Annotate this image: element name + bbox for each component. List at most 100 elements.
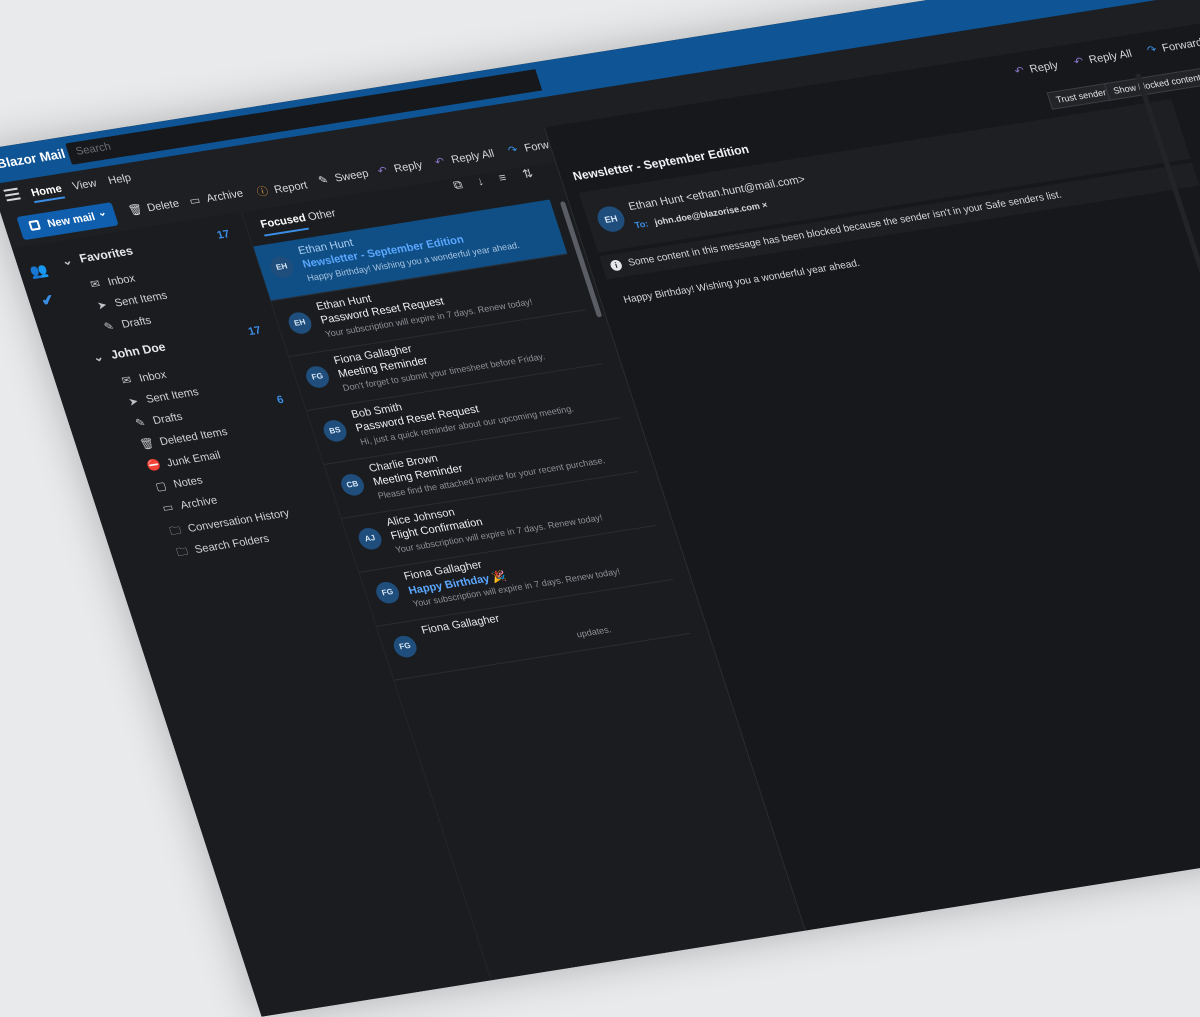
chevron-down-icon: ⌄ — [91, 349, 106, 365]
trash-icon: 🗑 — [138, 437, 157, 452]
reply-icon: ↶ — [1013, 64, 1027, 78]
people-icon[interactable]: 👥 — [27, 261, 50, 280]
reader-reply-button[interactable]: ↶ Reply — [1013, 59, 1060, 78]
sidebar-item-inbox[interactable]: ✉ Inbox — [118, 368, 168, 388]
favorites-unread-count: 17 — [215, 228, 232, 242]
jump-down-icon[interactable]: ↓ — [475, 174, 485, 188]
checkmark-icon[interactable]: ✔ — [39, 291, 57, 310]
folder-label: Inbox — [106, 272, 137, 289]
folder-label: Sent Items — [144, 386, 201, 406]
report-icon: ⓘ — [255, 185, 271, 199]
account-label: John Doe — [108, 339, 168, 362]
junk-icon: ⛔ — [145, 458, 163, 473]
reply-icon: ↶ — [376, 164, 390, 178]
avatar: BS — [320, 418, 350, 444]
avatar: FG — [303, 364, 332, 390]
hamburger-menu-icon[interactable] — [3, 187, 21, 202]
sidebar-item-favorites-drafts[interactable]: ✎ Drafts — [100, 314, 153, 334]
avatar: FG — [373, 580, 402, 605]
app-brand: Blazor Mail — [0, 146, 68, 172]
folder-icon: 🗀 — [168, 524, 183, 538]
folder-label: Conversation History — [186, 507, 292, 535]
menu-view[interactable]: View — [71, 177, 98, 192]
note-icon: ▢ — [154, 480, 169, 494]
delete-button[interactable]: 🗑Delete — [127, 197, 181, 217]
folder-label: Inbox — [137, 368, 168, 385]
folder-label: Archive — [178, 494, 219, 512]
reply-button[interactable]: ↶ Reply — [373, 158, 424, 178]
broom-icon: ✎ — [316, 174, 330, 188]
sweep-label: Sweep — [333, 167, 371, 185]
tab-other[interactable]: Other — [306, 207, 337, 223]
trash-icon: 🗑 — [126, 203, 145, 218]
sidebar-item-favorites-inbox[interactable]: ✉ Inbox — [86, 272, 137, 292]
reply-all-icon: ↶ — [433, 155, 447, 169]
report-label: Report — [272, 179, 310, 197]
favorites-label: Favorites — [77, 243, 135, 266]
archive-icon: ▭ — [187, 194, 202, 208]
inbox-icon: ✉ — [120, 374, 134, 388]
avatar: EH — [285, 310, 315, 336]
sort-icon[interactable]: ⇅ — [521, 166, 535, 181]
report-button[interactable]: ⓘ Report — [253, 177, 309, 201]
reply-label: Reply — [1028, 59, 1060, 76]
reply-all-icon: ↶ — [1072, 55, 1086, 69]
forward-icon: ↷ — [1145, 43, 1159, 57]
drafts-count: 6 — [275, 393, 286, 407]
pencil-icon: ✎ — [134, 416, 147, 430]
chevron-down-icon[interactable]: ⌄ — [96, 207, 108, 219]
archive-label: Archive — [204, 187, 245, 205]
search-placeholder: Search — [74, 140, 113, 158]
compose-icon — [28, 219, 42, 231]
reply-all-button[interactable]: ↶ Reply All — [431, 147, 495, 169]
avatar: CB — [338, 472, 367, 498]
chevron-down-icon: ⌄ — [59, 253, 75, 269]
avatar: FG — [390, 634, 420, 659]
message-preview: updates. — [575, 624, 613, 640]
search-folder-icon: 🗀 — [175, 545, 190, 559]
new-mail-label: New mail — [45, 211, 97, 231]
folder-label: Sent Items — [113, 289, 169, 310]
forward-icon: ↷ — [506, 144, 520, 158]
avatar: EH — [594, 204, 628, 234]
sidebar-item-notes[interactable]: ▢ Notes — [152, 474, 204, 494]
favorites-header[interactable]: ⌄ Favorites — [60, 244, 135, 269]
sidebar-item-deleted-items[interactable]: 🗑 Deleted Items — [138, 425, 230, 452]
send-icon: ➤ — [127, 395, 140, 409]
folder-label: Drafts — [151, 410, 185, 428]
folder-label: Deleted Items — [158, 426, 230, 449]
sidebar-item-favorites-sent[interactable]: ➤ Sent Items — [93, 289, 169, 313]
delete-label: Delete — [145, 197, 181, 215]
account-unread-count: 17 — [246, 324, 263, 338]
archive-button[interactable]: ▭ Archive — [186, 187, 245, 208]
folder-label: Notes — [172, 474, 205, 491]
inbox-icon: ✉ — [88, 278, 102, 292]
sidebar-item-sent-items[interactable]: ➤ Sent Items — [124, 385, 200, 409]
sweep-button[interactable]: ✎ Sweep — [314, 167, 370, 188]
sidebar-item-junk-email[interactable]: ⛔ Junk Email — [145, 448, 223, 473]
reply-all-label: Reply All — [1087, 47, 1134, 67]
show-blocked-content-button[interactable]: Show blocked content — [1103, 67, 1200, 101]
account-header[interactable]: ⌄ John Doe — [91, 340, 167, 365]
info-icon: i — [609, 259, 624, 272]
to-label: To: — [633, 218, 650, 231]
archive-icon: ▭ — [160, 501, 175, 515]
reply-label: Reply — [392, 159, 425, 176]
select-all-icon[interactable]: ⧉ — [451, 177, 464, 193]
sidebar-item-archive[interactable]: ▭ Archive — [159, 493, 219, 514]
reader-reply-all-button[interactable]: ↶ Reply All — [1072, 47, 1133, 69]
menu-help[interactable]: Help — [107, 172, 133, 187]
tab-focused[interactable]: Focused — [259, 212, 307, 231]
forward-label: Forward — [1160, 36, 1200, 55]
reader-forward-button[interactable]: ↷ Forward — [1145, 36, 1200, 57]
pencil-icon: ✎ — [102, 320, 116, 334]
folder-label: Drafts — [120, 314, 153, 331]
avatar: EH — [267, 254, 297, 280]
avatar: AJ — [355, 526, 385, 552]
filter-icon[interactable]: ≡ — [497, 170, 508, 185]
folder-label: Junk Email — [165, 449, 223, 470]
sidebar-item-drafts[interactable]: ✎ Drafts — [131, 410, 184, 430]
menu-home[interactable]: Home — [30, 183, 64, 199]
message-sender: Fiona Gallagher — [419, 612, 502, 637]
send-icon: ➤ — [95, 299, 109, 313]
